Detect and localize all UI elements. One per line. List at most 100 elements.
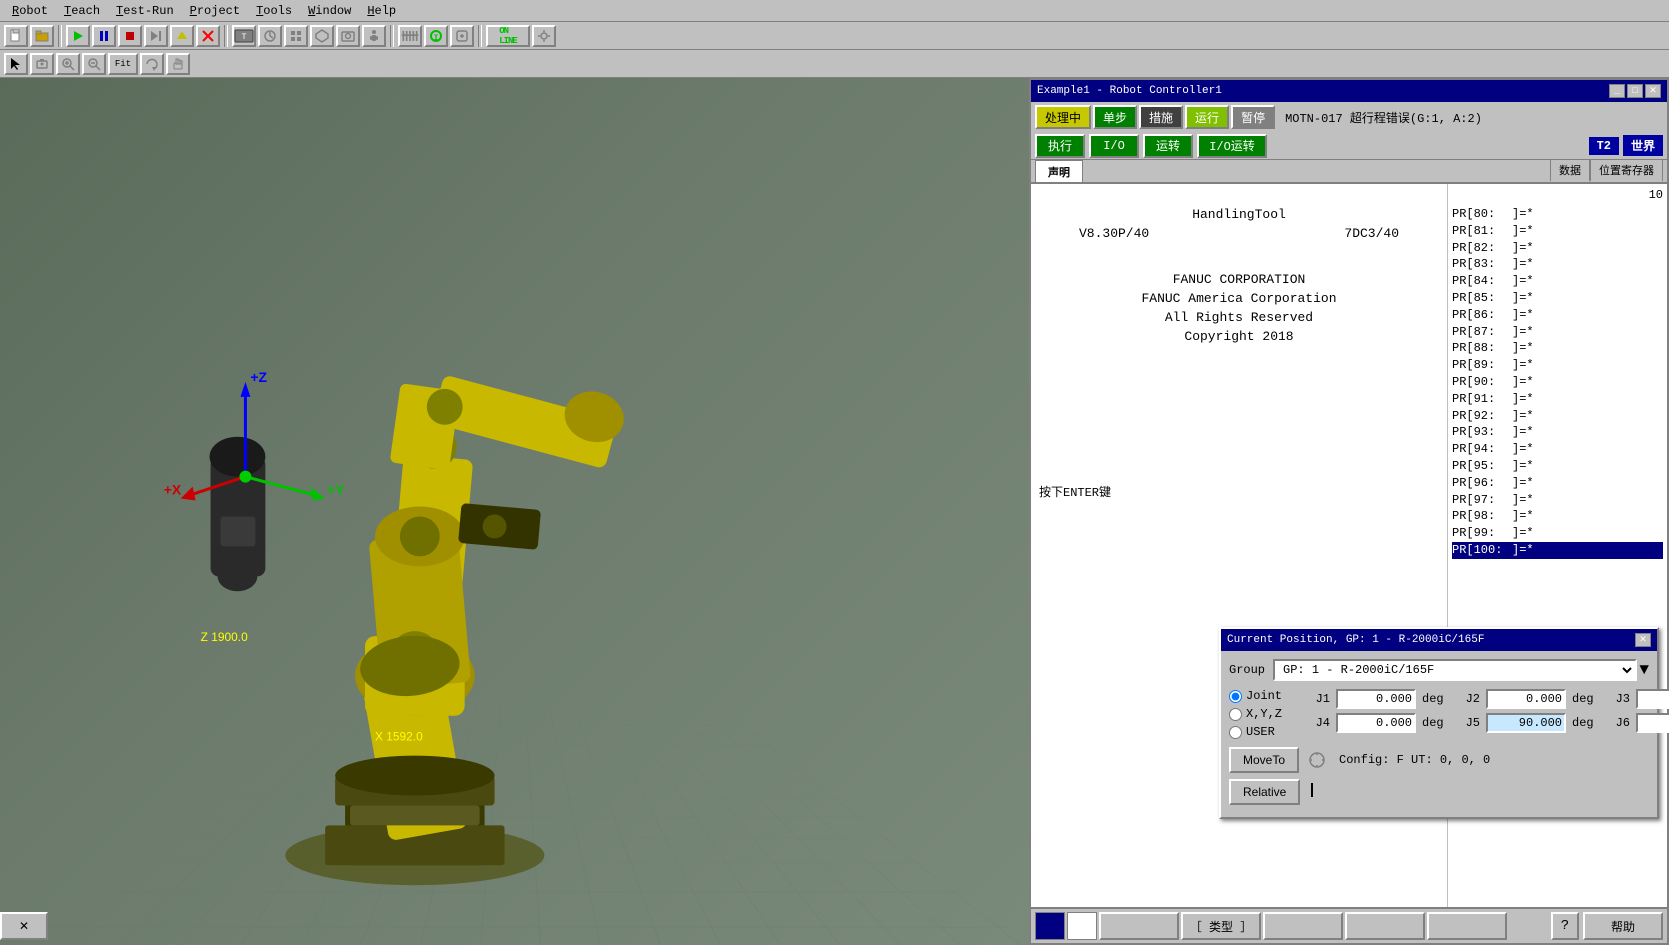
toolbar-btn-stop[interactable] bbox=[118, 25, 142, 47]
transport-btn[interactable]: 运转 bbox=[1143, 134, 1193, 158]
toolbar-btn-io[interactable]: I bbox=[424, 25, 448, 47]
title-bar-controls: _ □ ✕ bbox=[1609, 84, 1661, 98]
tab-data[interactable]: 数据 bbox=[1550, 159, 1590, 182]
pr-row: PR[82:]=* bbox=[1452, 240, 1663, 257]
toolbar-btn-rotate[interactable] bbox=[140, 53, 164, 75]
status-running[interactable]: 运行 bbox=[1185, 105, 1229, 129]
j1-input[interactable] bbox=[1336, 689, 1416, 709]
toolbar-btn-open[interactable] bbox=[30, 25, 54, 47]
toolbar-btn-teach2[interactable] bbox=[258, 25, 282, 47]
menu-teach[interactable]: Teach bbox=[56, 2, 108, 20]
toolbar-btn-grid[interactable] bbox=[284, 25, 308, 47]
status-step[interactable]: 单步 bbox=[1093, 105, 1137, 129]
toolbar-btn-zoom[interactable] bbox=[56, 53, 80, 75]
toolbar-btn-zoomout[interactable] bbox=[82, 53, 106, 75]
help-btn[interactable]: 帮助 bbox=[1583, 912, 1663, 940]
radio-xyz[interactable]: X,Y,Z bbox=[1229, 707, 1282, 721]
controller-title: Example1 - Robot Controller1 bbox=[1037, 85, 1222, 97]
viewport-3d[interactable]: +Z +Y +X Z 1900.0 X 1592.0 bbox=[0, 78, 1029, 945]
toolbar-btn-step[interactable] bbox=[144, 25, 168, 47]
pr-row: PR[84:]=* bbox=[1452, 273, 1663, 290]
help-area: ? 帮助 bbox=[1551, 912, 1663, 940]
j2-input[interactable] bbox=[1486, 689, 1566, 709]
j6-input[interactable] bbox=[1636, 713, 1669, 733]
j2-label: J2 bbox=[1456, 692, 1480, 706]
company2: FANUC America Corporation bbox=[1039, 291, 1439, 306]
toolbar-btn-person[interactable] bbox=[362, 25, 386, 47]
status-paused[interactable]: 暂停 bbox=[1231, 105, 1275, 129]
pr-row: PR[85:]=* bbox=[1452, 290, 1663, 307]
j2-unit: deg bbox=[1572, 692, 1600, 706]
status-measures[interactable]: 措施 bbox=[1139, 105, 1183, 129]
fkey-5[interactable] bbox=[1427, 912, 1507, 940]
toolbar-btn-new[interactable] bbox=[4, 25, 28, 47]
program-title: HandlingTool bbox=[1039, 207, 1439, 222]
menu-robot[interactable]: Robot bbox=[4, 2, 56, 20]
toolbar-btn-camera2[interactable] bbox=[30, 53, 54, 75]
menu-project[interactable]: Project bbox=[182, 2, 248, 20]
fkey-2[interactable]: ［ 类型 ］ bbox=[1181, 912, 1261, 940]
radio-joint-input[interactable] bbox=[1229, 690, 1242, 703]
pr-list: PR[80:]=*PR[81:]=*PR[82:]=*PR[83:]=*PR[8… bbox=[1452, 206, 1663, 559]
toolbar-btn-cam[interactable] bbox=[336, 25, 360, 47]
tab-bar: 声明 数据 位置寄存器 bbox=[1031, 160, 1667, 184]
joint-values-grid: J1 deg J2 deg J3 deg J4 deg bbox=[1306, 689, 1669, 739]
copyright: Copyright 2018 bbox=[1039, 329, 1439, 344]
error-text: MOTN-017 超行程错误(G:1, A:2) bbox=[1277, 109, 1663, 126]
toolbar-btn-fit[interactable]: Fit bbox=[108, 53, 138, 75]
j5-input[interactable] bbox=[1486, 713, 1566, 733]
pr-row: PR[99:]=* bbox=[1452, 525, 1663, 542]
maximize-button[interactable]: □ bbox=[1627, 84, 1643, 98]
toolbar-btn-play[interactable] bbox=[66, 25, 90, 47]
toolbar-btn-teach1[interactable]: T bbox=[232, 25, 256, 47]
toolbar-btn-config[interactable] bbox=[532, 25, 556, 47]
toolbar-btn-part[interactable] bbox=[450, 25, 474, 47]
j4-input[interactable] bbox=[1336, 713, 1416, 733]
minimize-button[interactable]: _ bbox=[1609, 84, 1625, 98]
group-dropdown-arrow[interactable]: ▼ bbox=[1639, 661, 1649, 679]
close-panel[interactable]: ✕ bbox=[0, 912, 48, 940]
tab-declaration[interactable]: 声明 bbox=[1035, 160, 1083, 182]
toolbar-btn-x[interactable] bbox=[196, 25, 220, 47]
pr-row: PR[96:]=* bbox=[1452, 475, 1663, 492]
fkey-4[interactable] bbox=[1345, 912, 1425, 940]
j3-input[interactable] bbox=[1636, 689, 1669, 709]
menu-tools[interactable]: Tools bbox=[248, 2, 300, 20]
svg-text:+Z: +Z bbox=[250, 369, 267, 385]
radio-user-label: USER bbox=[1246, 725, 1275, 739]
toolbar-btn-pause[interactable] bbox=[92, 25, 116, 47]
toolbar-btn-fence[interactable] bbox=[398, 25, 422, 47]
radio-joint[interactable]: Joint bbox=[1229, 689, 1282, 703]
radio-xyz-input[interactable] bbox=[1229, 708, 1242, 721]
group-select[interactable]: GP: 1 - R-2000iC/165F bbox=[1273, 659, 1637, 681]
toolbar-btn-cursor[interactable] bbox=[4, 53, 28, 75]
function-keys-bar: ［ 类型 ］ ? 帮助 bbox=[1031, 907, 1667, 943]
toolbar-btn-hand[interactable] bbox=[166, 53, 190, 75]
tab-pr[interactable]: 位置寄存器 bbox=[1590, 159, 1663, 182]
radio-user[interactable]: USER bbox=[1229, 725, 1282, 739]
color-boxes bbox=[1035, 912, 1097, 940]
moveto-button[interactable]: MoveTo bbox=[1229, 747, 1299, 773]
menu-testrun[interactable]: Test-Run bbox=[108, 2, 182, 20]
menu-window[interactable]: Window bbox=[300, 2, 359, 20]
fkey-1[interactable] bbox=[1099, 912, 1179, 940]
menu-help[interactable]: Help bbox=[359, 2, 404, 20]
relative-button[interactable]: Relative bbox=[1229, 779, 1300, 805]
joint-row-1: J1 deg J2 deg J3 deg bbox=[1306, 689, 1669, 709]
controller-status-toolbar: 处理中 单步 措施 运行 暂停 MOTN-017 超行程错误(G:1, A:2) bbox=[1031, 102, 1667, 132]
toolbar-btn-robot3d[interactable] bbox=[310, 25, 334, 47]
execute-btn[interactable]: 执行 bbox=[1035, 134, 1085, 158]
radio-user-input[interactable] bbox=[1229, 726, 1242, 739]
fkey-3[interactable] bbox=[1263, 912, 1343, 940]
io-transport-btn[interactable]: I/O运转 bbox=[1197, 134, 1267, 158]
toolbar-btn-online[interactable]: ONLINE bbox=[486, 25, 530, 47]
j5-label: J5 bbox=[1456, 716, 1480, 730]
status-processing[interactable]: 处理中 bbox=[1035, 105, 1091, 129]
io-btn[interactable]: I/O bbox=[1089, 134, 1139, 158]
radio-joint-label: Joint bbox=[1246, 689, 1282, 703]
pr-row: PR[80:]=* bbox=[1452, 206, 1663, 223]
pos-dialog-close[interactable]: ✕ bbox=[1635, 633, 1651, 647]
toolbar-btn-up[interactable] bbox=[170, 25, 194, 47]
help-icon-btn[interactable]: ? bbox=[1551, 912, 1579, 940]
close-button[interactable]: ✕ bbox=[1645, 84, 1661, 98]
